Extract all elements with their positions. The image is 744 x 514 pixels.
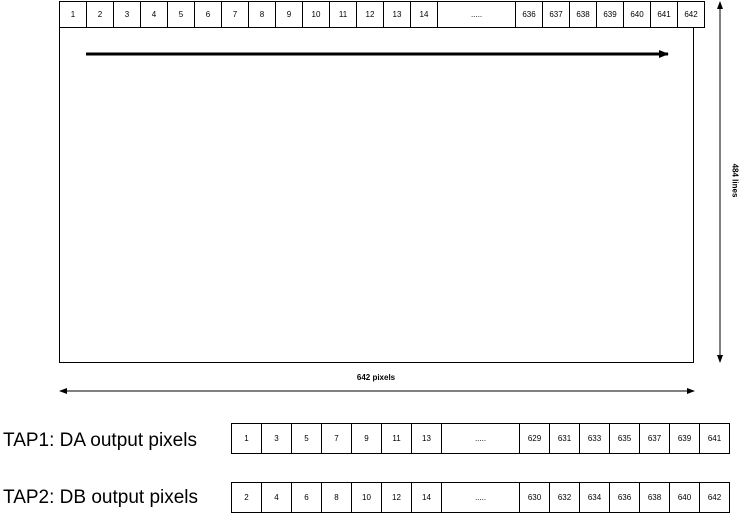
width-label: 642 pixels: [356, 373, 396, 382]
tap1-pixel-cell: 7: [321, 423, 352, 454]
tap2-pixel-cell: 638: [639, 482, 670, 513]
tap2-pixel-cell: 2: [231, 482, 262, 513]
tap2-label: TAP2: DB output pixels: [3, 487, 199, 508]
tap1-pixel-cell: 639: [669, 423, 700, 454]
tap1-pixel-cell: 5: [291, 423, 322, 454]
tap2-pixel-cell: 6: [291, 482, 322, 513]
tap2-pixel-cell: .....: [441, 482, 520, 513]
tap1-pixel-cell: 635: [609, 423, 640, 454]
tap2-pixel-cell: 10: [351, 482, 382, 513]
tap1-pixel-cell: .....: [441, 423, 520, 454]
tap2-pixel-cell: 642: [699, 482, 730, 513]
tap2-pixel-cell: 12: [381, 482, 412, 513]
tap1-pixel-cell: 629: [519, 423, 550, 454]
tap1-pixel-cell: 9: [351, 423, 382, 454]
tap1-pixel-cell: 637: [639, 423, 670, 454]
tap2-pixel-cell: 8: [321, 482, 352, 513]
tap1-label: TAP1: DA output pixels: [3, 430, 197, 451]
tap1-pixel-cell: 11: [381, 423, 412, 454]
tap1-pixel-cell: 641: [699, 423, 730, 454]
tap2-pixel-cell: 640: [669, 482, 700, 513]
tap2-pixel-cell: 634: [579, 482, 610, 513]
tap2-pixel-cell: 14: [411, 482, 442, 513]
tap2-pixel-cell: 636: [609, 482, 640, 513]
tap1-pixel-cell: 631: [549, 423, 580, 454]
tap1-pixel-cell: 1: [231, 423, 262, 454]
tap1-pixel-cell: 633: [579, 423, 610, 454]
tap2-pixel-cell: 632: [549, 482, 580, 513]
tap1-pixel-cell: 13: [411, 423, 442, 454]
tap1-pixel-cell: 3: [261, 423, 292, 454]
tap2-pixel-cell: 4: [261, 482, 292, 513]
height-label: 484 lines: [730, 163, 740, 198]
tap2-pixel-cell: 630: [519, 482, 550, 513]
